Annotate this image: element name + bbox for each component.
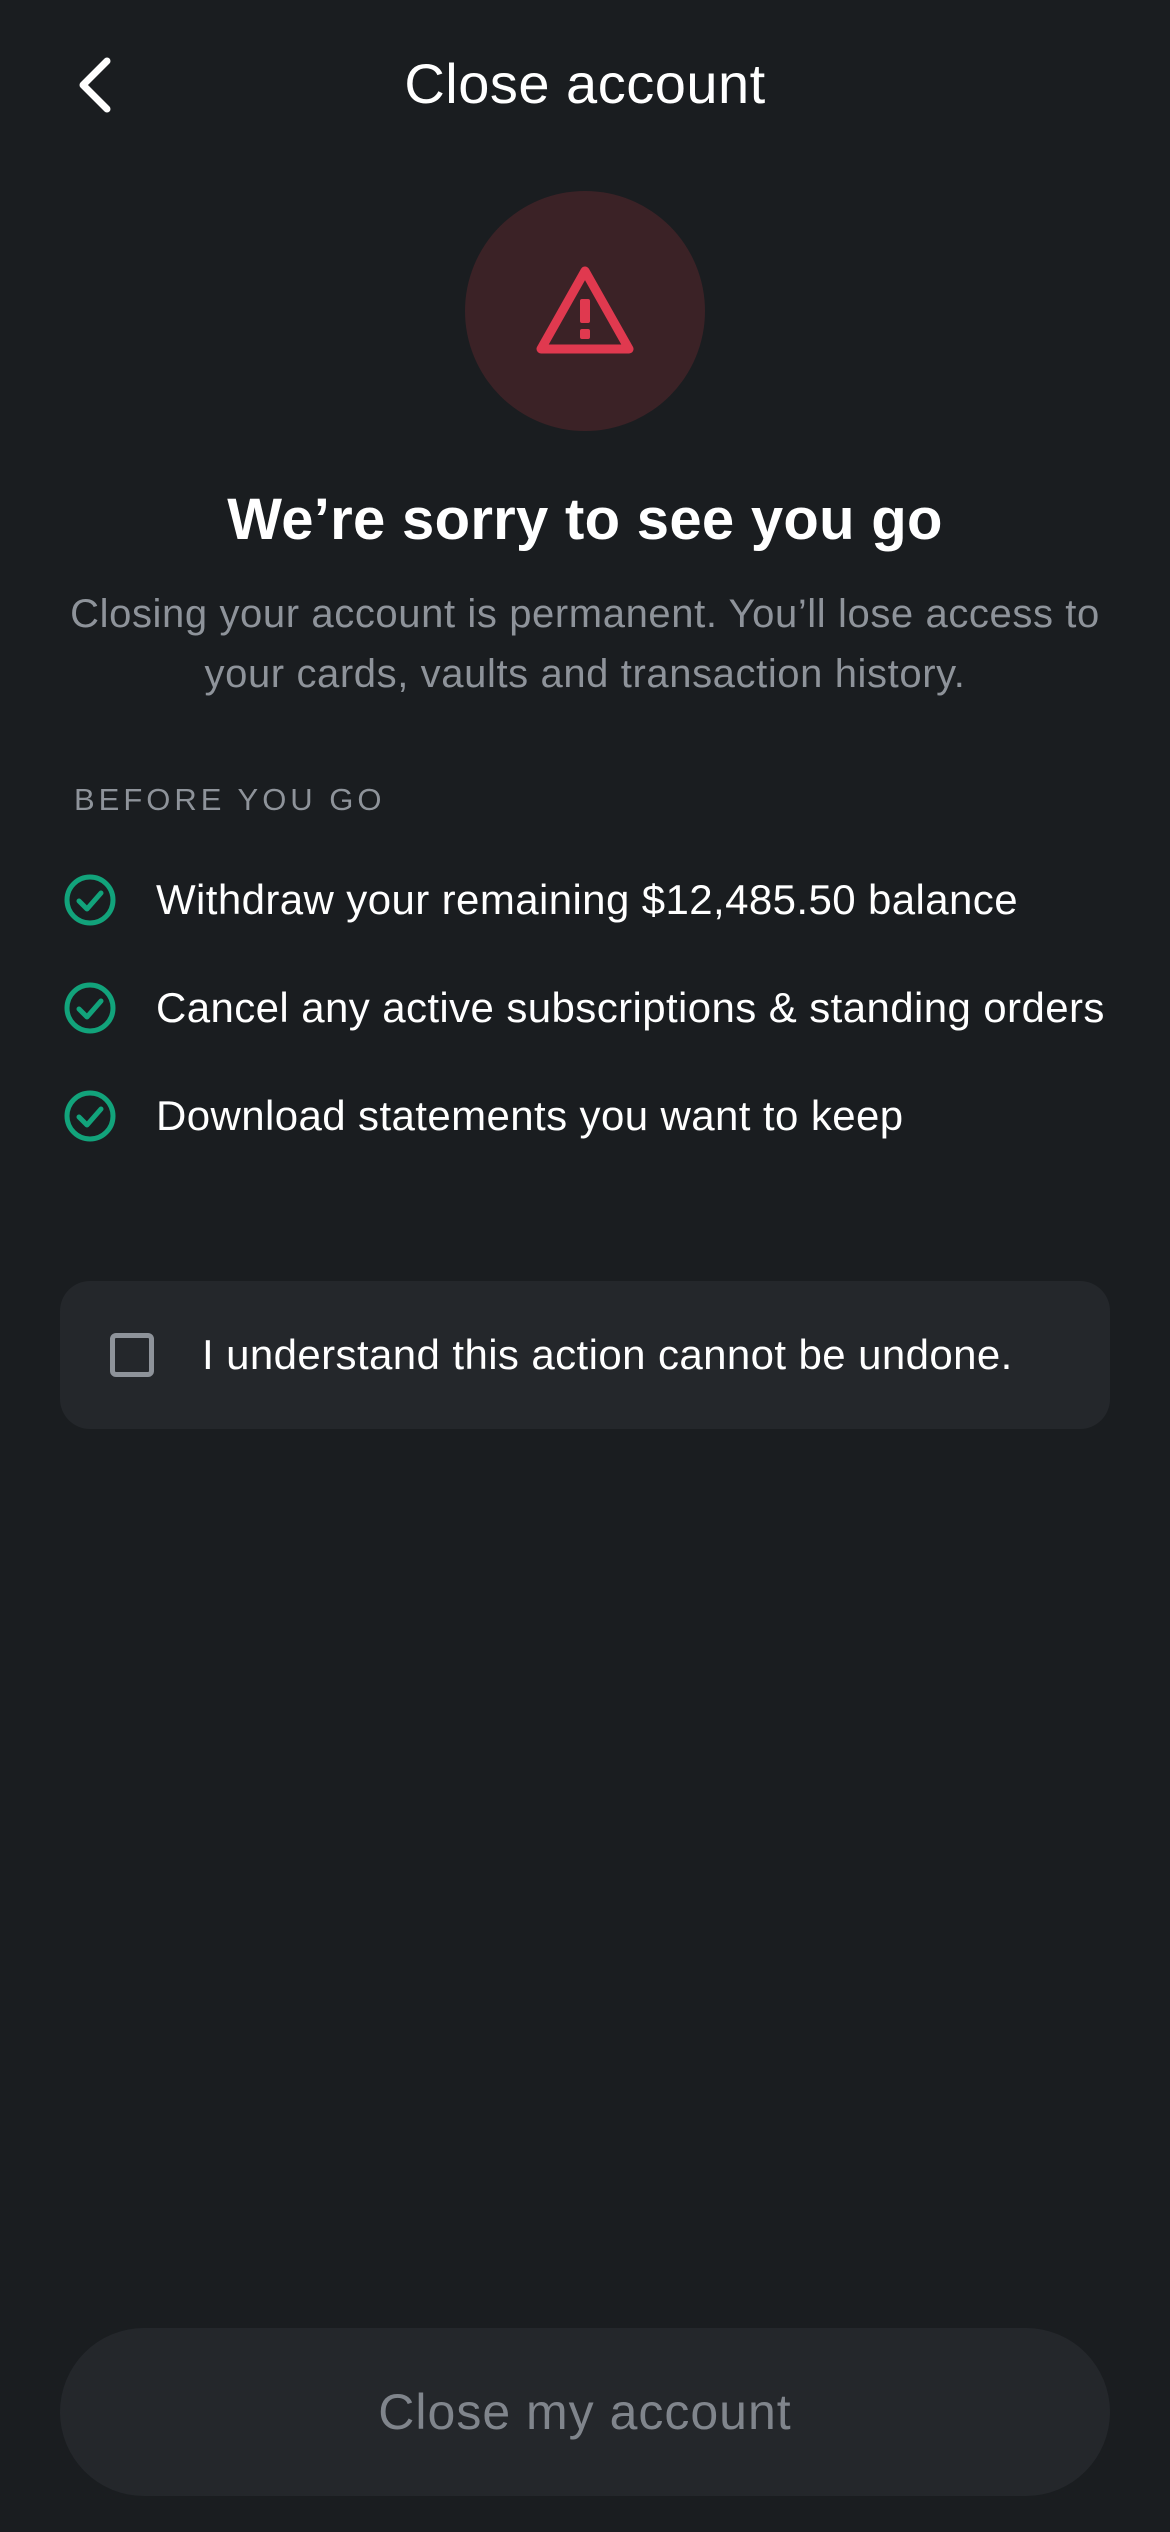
check-circle-icon bbox=[64, 982, 116, 1034]
checklist-item-text: Cancel any active subscriptions & standi… bbox=[156, 984, 1105, 1031]
confirm-checkbox-label: I understand this action cannot be undon… bbox=[202, 1331, 1013, 1378]
checklist: Withdraw your remaining $12,485.50 balan… bbox=[60, 870, 1130, 1194]
warning-triangle-icon bbox=[536, 266, 634, 354]
description: Closing your account is permanent. You’l… bbox=[70, 592, 1100, 696]
checklist-item: Download statements you want to keep bbox=[60, 1086, 1130, 1146]
confirm-checkbox[interactable] bbox=[110, 1333, 154, 1377]
close-account-button[interactable]: Close my account bbox=[60, 2328, 1110, 2496]
check-circle-icon bbox=[64, 1090, 116, 1142]
checklist-item: Cancel any active subscriptions & standi… bbox=[60, 978, 1130, 1038]
section-label: BEFORE YOU GO bbox=[74, 782, 386, 817]
headline: We’re sorry to see you go bbox=[227, 487, 943, 552]
check-circle-icon bbox=[64, 874, 116, 926]
top-bar: Close account bbox=[0, 0, 1170, 166]
confirm-checkbox-row[interactable]: I understand this action cannot be undon… bbox=[60, 1281, 1110, 1429]
checklist-item: Withdraw your remaining $12,485.50 balan… bbox=[60, 870, 1130, 930]
warning-badge bbox=[465, 191, 705, 431]
checklist-item-text: Download statements you want to keep bbox=[156, 1092, 904, 1139]
checklist-item-text: Withdraw your remaining $12,485.50 balan… bbox=[156, 876, 1018, 923]
page-title: Close account bbox=[404, 52, 766, 115]
